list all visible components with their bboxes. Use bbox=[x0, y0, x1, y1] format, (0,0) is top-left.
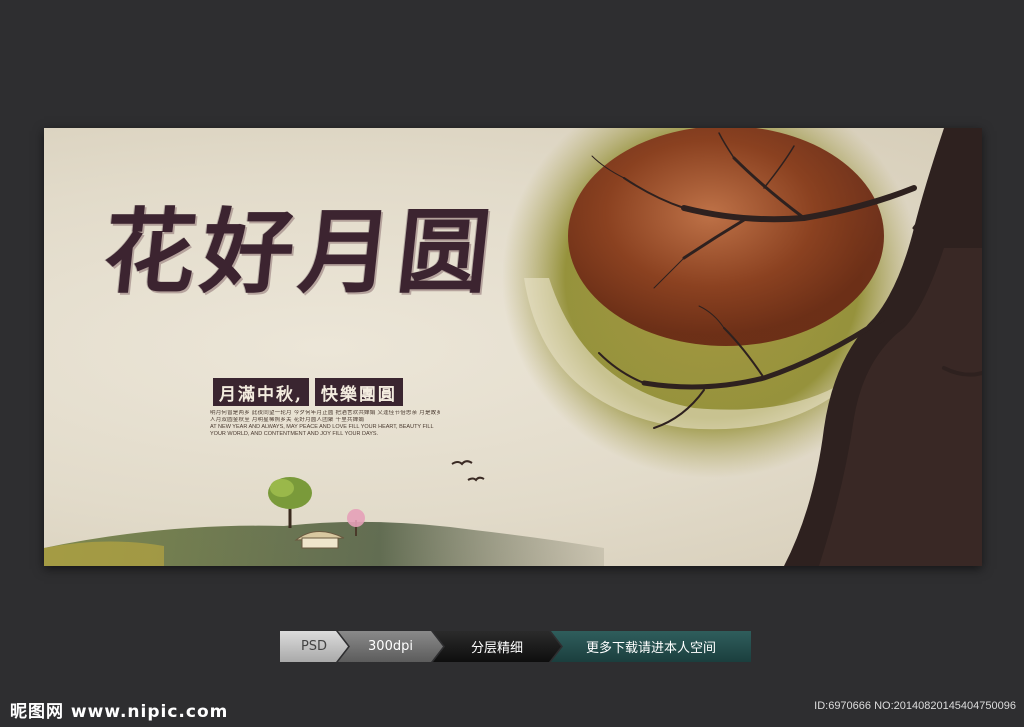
layers-tag: 分层精细 bbox=[433, 631, 561, 662]
mid-autumn-poster: 花好月圆 月滿中秋, 快樂團圓 明月何曾是两乡 此夜同望一轮月 今夕何年月正圆 … bbox=[44, 128, 982, 566]
slogan-right: 快樂團圓 bbox=[314, 378, 403, 406]
site-logo[interactable]: 昵图网 www.nipic.com bbox=[10, 697, 228, 722]
resolution-tag: 300dpi bbox=[338, 631, 443, 662]
small-tree-crown-2 bbox=[270, 479, 294, 497]
image-id-text: ID:6970666 NO:20140820145404750096 bbox=[814, 700, 1016, 712]
slogan-banner: 月滿中秋, 快樂團圓 bbox=[213, 378, 403, 406]
english-line-1: AT NEW YEAR AND ALWAYS, MAY PEACE AND LO… bbox=[210, 424, 434, 430]
poster-body-text: 明月何曾是两乡 此夜同望一轮月 今夕何年月正圆 把酒言欢共婵娟 又逢佳节倍思亲 … bbox=[210, 410, 440, 438]
format-tag: PSD bbox=[280, 631, 348, 662]
pink-tree-blossom bbox=[347, 509, 365, 527]
bird-1 bbox=[451, 460, 473, 466]
poem-line-2: 人月双圆金秋至 月明星稀照乡关 花好月圆人团聚 千里共婵娟 bbox=[210, 417, 365, 423]
hut-wall bbox=[301, 537, 339, 549]
poster-scene bbox=[44, 128, 982, 566]
moon-inner-wash bbox=[568, 128, 884, 346]
slogan-left: 月滿中秋, bbox=[213, 378, 309, 406]
english-line-2: YOUR WORLD, AND CONTENTMENT AND JOY FILL… bbox=[210, 431, 379, 437]
poem-line-1: 明月何曾是两乡 此夜同望一轮月 今夕何年月正圆 把酒言欢共婵娟 又逢佳节倍思亲 … bbox=[210, 410, 440, 416]
poster-title: 花好月圆 bbox=[98, 198, 502, 306]
more-downloads-link[interactable]: 更多下载请进本人空间 bbox=[551, 631, 751, 662]
info-tag-bar: PSD 300dpi 分层精细 更多下载请进本人空间 bbox=[280, 631, 751, 662]
bird-2 bbox=[467, 476, 485, 482]
ground-yellow-wash bbox=[44, 541, 164, 566]
